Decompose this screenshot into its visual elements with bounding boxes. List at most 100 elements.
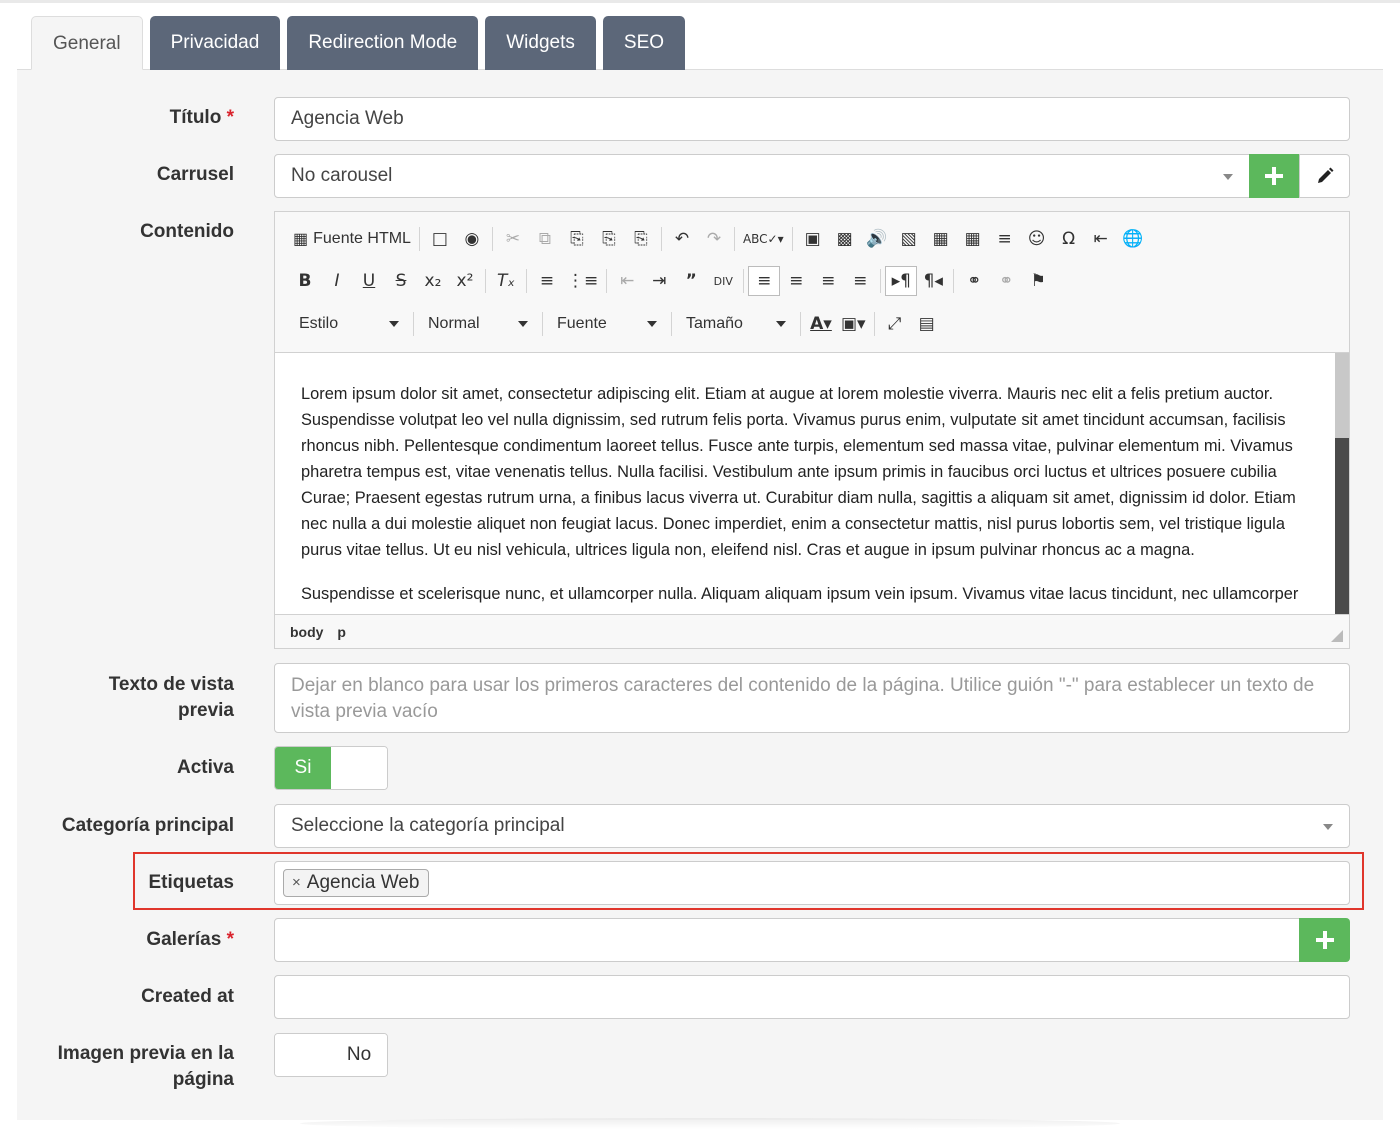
show-blocks-icon[interactable]: ▤ <box>911 309 943 339</box>
copy-icon[interactable]: ⧉ <box>529 224 561 254</box>
required-marker: * <box>226 929 234 950</box>
video-icon[interactable]: ▧ <box>893 224 925 254</box>
toolbar-row-1: ▦ Fuente HTML □ ◉ ✂ ⧉ ⎘ ⎘ ⎘ ↶ ↷ ABC✓▾ ▣ ▩… <box>289 221 1149 257</box>
superscript-icon[interactable]: x² <box>449 266 481 296</box>
text-color-icon[interactable]: A▾ <box>805 309 837 339</box>
youtube-icon[interactable]: ▩ <box>829 224 861 254</box>
edit-carousel-button[interactable] <box>1299 154 1350 198</box>
unlink-icon[interactable]: ⚭ <box>990 266 1022 296</box>
subscript-icon[interactable]: x₂ <box>417 266 449 296</box>
align-center-icon[interactable]: ≡ <box>780 266 812 296</box>
horizontal-rule-icon[interactable]: ≡ <box>989 224 1021 254</box>
titulo-input[interactable]: Agencia Web <box>274 97 1350 141</box>
activa-toggle[interactable]: Si <box>274 746 388 790</box>
path-element-p[interactable]: p <box>337 624 346 640</box>
align-justify-icon[interactable]: ≡ <box>844 266 876 296</box>
strikethrough-icon[interactable]: S <box>385 266 417 296</box>
font-combo-label: Fuente <box>557 315 607 332</box>
resize-handle-icon[interactable] <box>1331 630 1343 642</box>
categoria-placeholder: Seleccione la categoría principal <box>291 815 565 836</box>
smiley-icon[interactable]: ☺ <box>1021 224 1053 254</box>
plus-icon <box>1315 931 1334 949</box>
align-left-icon[interactable]: ≡ <box>748 266 781 296</box>
special-char-icon[interactable]: Ω <box>1053 224 1085 254</box>
indent-icon[interactable]: ⇥ <box>643 266 675 296</box>
carrusel-select[interactable]: No carousel <box>274 154 1250 198</box>
ltr-direction-icon[interactable]: ▸¶ <box>885 266 918 296</box>
tab-bar: General Privacidad Redirection Mode Widg… <box>31 16 686 70</box>
titulo-label-text: Título <box>169 107 222 128</box>
chevron-down-icon <box>776 321 786 327</box>
preview-text-label-line1: Texto de vista <box>108 674 234 695</box>
bold-icon[interactable]: B <box>289 266 321 296</box>
anchor-flag-icon[interactable]: ⚑ <box>1022 266 1054 296</box>
etiquetas-input[interactable] <box>274 861 1350 905</box>
bulleted-list-icon[interactable]: ⋮≡ <box>563 266 602 296</box>
toggle-on-label: Si <box>275 747 331 789</box>
maximize-icon[interactable]: ⤢ <box>879 309 911 339</box>
tab-widgets[interactable]: Widgets <box>485 16 596 70</box>
redo-icon[interactable]: ↷ <box>698 224 730 254</box>
font-combo[interactable]: Fuente <box>547 309 667 339</box>
tab-privacidad[interactable]: Privacidad <box>149 16 281 70</box>
tab-seo[interactable]: SEO <box>602 16 686 70</box>
media-embed-icon[interactable]: ▦ <box>925 224 957 254</box>
carrusel-selected-value: No carousel <box>291 165 393 186</box>
background-color-icon[interactable]: ▣▾ <box>837 309 870 339</box>
activa-label: Activa <box>176 757 234 778</box>
top-divider <box>0 0 1400 3</box>
outdent-icon[interactable]: ⇤ <box>611 266 643 296</box>
style-combo[interactable]: Estilo <box>289 309 409 339</box>
add-carousel-button[interactable] <box>1249 154 1299 198</box>
numbered-list-icon[interactable]: ≡ <box>531 266 563 296</box>
tab-redirection-mode[interactable]: Redirection Mode <box>287 16 479 70</box>
paste-word-icon[interactable]: ⎘ <box>625 224 657 254</box>
required-marker: * <box>226 107 234 128</box>
remove-tag-icon[interactable]: × <box>292 870 301 896</box>
size-combo-label: Tamaño <box>686 315 743 332</box>
preview-text-label-line2: previa <box>178 700 234 721</box>
globe-icon[interactable]: 🌐 <box>1117 224 1149 254</box>
format-combo[interactable]: Normal <box>418 309 538 339</box>
categoria-select[interactable]: Seleccione la categoría principal <box>274 804 1350 848</box>
source-html-button[interactable]: ▦ Fuente HTML <box>289 224 415 254</box>
rich-text-editor: ▦ Fuente HTML □ ◉ ✂ ⧉ ⎘ ⎘ ⎘ ↶ ↷ ABC✓▾ ▣ ▩… <box>274 211 1350 649</box>
editor-scrollbar[interactable] <box>1335 353 1349 614</box>
align-right-icon[interactable]: ≡ <box>812 266 844 296</box>
paste-icon[interactable]: ⎘ <box>561 224 593 254</box>
imagen-previa-toggle[interactable]: No <box>274 1033 388 1077</box>
link-icon[interactable]: ⚭ <box>958 266 990 296</box>
paste-text-icon[interactable]: ⎘ <box>593 224 625 254</box>
preview-icon[interactable]: ◉ <box>456 224 488 254</box>
toggle-off-label: No <box>331 1034 387 1076</box>
galerias-label: Galerías * <box>146 927 234 953</box>
new-page-icon[interactable]: □ <box>424 224 456 254</box>
cut-icon[interactable]: ✂ <box>497 224 529 254</box>
spellcheck-icon[interactable]: ABC✓▾ <box>739 224 788 254</box>
plus-icon <box>1265 167 1283 185</box>
italic-icon[interactable]: I <box>321 266 353 296</box>
audio-icon[interactable]: 🔊 <box>861 224 893 254</box>
div-container-icon[interactable]: DIV <box>707 266 739 296</box>
imagen-previa-label: Imagen previa en la página <box>58 1041 234 1093</box>
underline-icon[interactable]: U <box>353 266 385 296</box>
style-combo-label: Estilo <box>299 315 339 332</box>
page-break-icon[interactable]: ⇤ <box>1085 224 1117 254</box>
rtl-direction-icon[interactable]: ¶◂ <box>917 266 949 296</box>
remove-format-icon[interactable]: Tₓ <box>490 266 522 296</box>
table-icon[interactable]: ▦ <box>957 224 989 254</box>
tab-general[interactable]: General <box>31 16 143 70</box>
chevron-down-icon <box>389 321 399 327</box>
scrollbar-thumb[interactable] <box>1335 353 1349 438</box>
add-gallery-button[interactable] <box>1299 918 1350 962</box>
undo-icon[interactable]: ↶ <box>666 224 698 254</box>
size-combo[interactable]: Tamaño <box>676 309 796 339</box>
blockquote-icon[interactable]: ” <box>675 266 707 296</box>
path-element-body[interactable]: body <box>290 624 323 640</box>
created-at-input[interactable] <box>274 975 1350 1019</box>
toolbar-row-3: Estilo Normal Fuente Tamaño A▾ ▣▾ ⤢ ▤ <box>289 306 943 342</box>
preview-text-area[interactable]: Dejar en blanco para usar los primeros c… <box>274 663 1350 733</box>
galerias-select[interactable] <box>274 918 1300 962</box>
editor-content-area[interactable]: Lorem ipsum dolor sit amet, consectetur … <box>275 353 1335 614</box>
image-icon[interactable]: ▣ <box>797 224 829 254</box>
